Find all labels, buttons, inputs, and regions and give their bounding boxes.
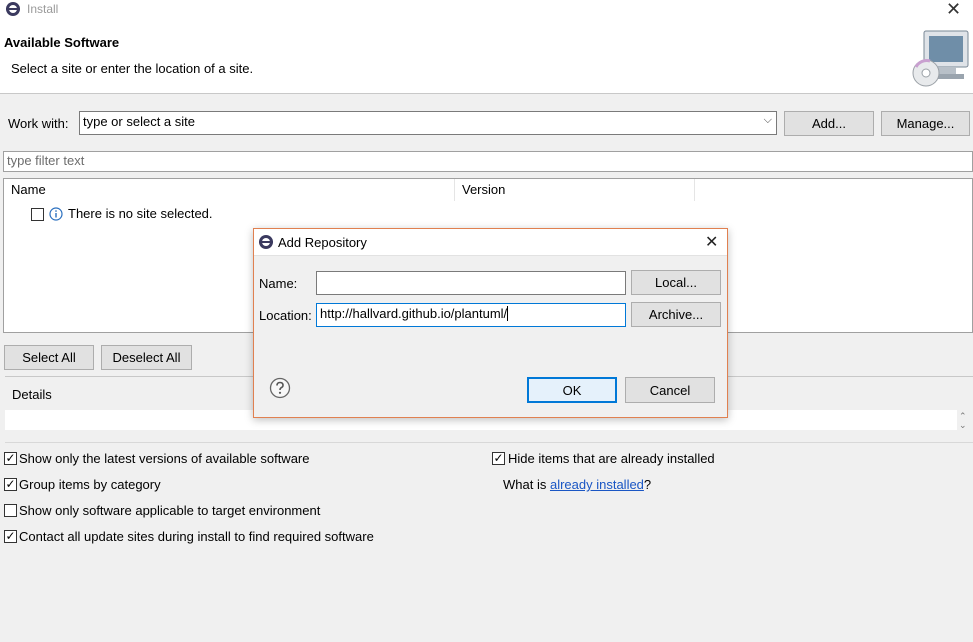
cancel-button[interactable]: Cancel [625, 377, 715, 403]
show-latest-label: Show only the latest versions of availab… [19, 451, 310, 466]
hide-installed-checkbox[interactable]: ✓ [492, 452, 505, 465]
what-is-installed-text: What is already installed? [503, 477, 651, 492]
select-all-button[interactable]: Select All [4, 345, 94, 370]
column-header-version[interactable]: Version [455, 179, 695, 201]
show-applicable-checkbox[interactable] [4, 504, 17, 517]
name-field[interactable] [316, 271, 626, 295]
manage-sites-button[interactable]: Manage... [881, 111, 970, 136]
what-is-suffix: ? [643, 477, 652, 492]
details-scroll-icon[interactable]: ⌃ ⌄ [959, 412, 967, 430]
contact-all-label: Contact all update sites during install … [19, 529, 374, 544]
work-with-combo-text: type or select a site [83, 114, 195, 129]
info-icon [49, 207, 63, 221]
wizard-banner: Available Software Select a site or ente… [0, 20, 973, 94]
row-checkbox[interactable] [31, 208, 44, 221]
dialog-close-icon[interactable]: ✕ [705, 232, 718, 252]
show-latest-checkbox[interactable]: ✓ [4, 452, 17, 465]
filter-input[interactable]: type filter text [3, 151, 973, 172]
window-titlebar: Install ✕ [0, 0, 973, 20]
text-cursor [507, 306, 509, 321]
row-name: There is no site selected. [68, 206, 213, 221]
page-subtitle: Select a site or enter the location of a… [11, 61, 254, 76]
name-label: Name: [259, 276, 298, 291]
already-installed-link[interactable]: already installed [550, 477, 644, 492]
contact-all-checkbox[interactable]: ✓ [4, 530, 17, 543]
location-label: Location: [259, 308, 312, 323]
show-applicable-label: Show only software applicable to target … [19, 503, 321, 518]
group-by-category-label: Group items by category [19, 477, 161, 492]
dialog-title: Add Repository [278, 235, 367, 250]
eclipse-icon [6, 2, 20, 16]
details-label: Details [12, 387, 52, 402]
archive-button[interactable]: Archive... [631, 302, 721, 327]
details-bottom-line [5, 442, 973, 443]
group-by-category-checkbox[interactable]: ✓ [4, 478, 17, 491]
install-computer-icon [912, 30, 969, 87]
chevron-down-icon[interactable]: ⌵ [764, 114, 772, 127]
what-is-prefix: What is [503, 477, 550, 492]
help-icon[interactable] [269, 377, 291, 399]
page-title: Available Software [4, 35, 120, 50]
work-with-combo[interactable]: type or select a site ⌵ [79, 111, 777, 135]
add-site-button[interactable]: Add... [784, 111, 874, 136]
dialog-title-separator [254, 255, 727, 256]
ok-button[interactable]: OK [527, 377, 617, 403]
window-close-icon[interactable]: ✕ [946, 0, 961, 20]
add-repository-dialog: Add Repository ✕ Name: Local... Location… [253, 228, 728, 418]
hide-installed-label: Hide items that are already installed [508, 451, 715, 466]
eclipse-icon [259, 235, 273, 249]
filter-placeholder: type filter text [7, 153, 85, 168]
work-with-label: Work with: [8, 116, 69, 131]
window-title: Install [27, 2, 59, 16]
local-button[interactable]: Local... [631, 270, 721, 295]
dialog-titlebar: Add Repository ✕ [254, 229, 727, 255]
deselect-all-button[interactable]: Deselect All [101, 345, 192, 370]
location-field-value: http://hallvard.github.io/plantuml/ [320, 306, 508, 321]
column-header-name[interactable]: Name [4, 179, 455, 201]
location-field[interactable]: http://hallvard.github.io/plantuml/ [316, 303, 626, 327]
